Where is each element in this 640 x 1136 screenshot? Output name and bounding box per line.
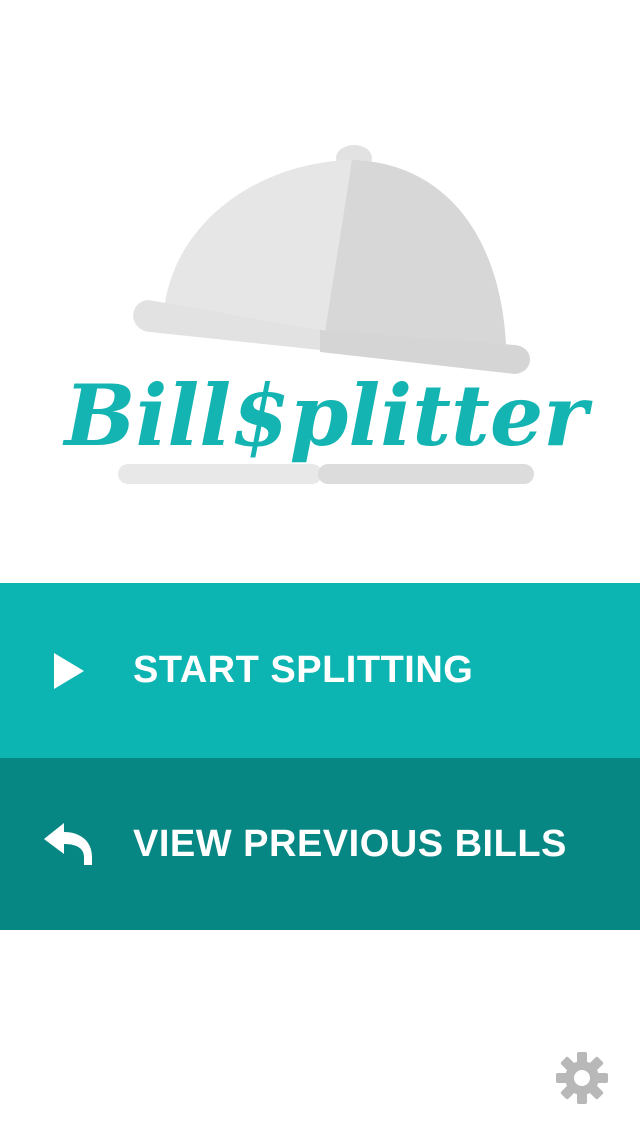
app-logo: Bill$plitter bbox=[0, 0, 640, 560]
view-previous-bills-label: VIEW PREVIOUS BILLS bbox=[133, 822, 567, 865]
start-splitting-label: START SPLITTING bbox=[133, 649, 474, 691]
cloche-illustration: Bill$plitter bbox=[62, 145, 593, 484]
play-icon bbox=[40, 643, 96, 699]
settings-button[interactable] bbox=[554, 1050, 610, 1106]
home-screen: Bill$plitter START SPLITTING VIEW PREVIO… bbox=[0, 0, 640, 1136]
view-previous-bills-button[interactable]: VIEW PREVIOUS BILLS bbox=[0, 758, 640, 930]
logo-wordmark: Bill$plitter bbox=[62, 366, 593, 465]
gear-icon bbox=[556, 1052, 608, 1104]
reply-arrow-icon bbox=[40, 816, 96, 872]
start-splitting-button[interactable]: START SPLITTING bbox=[0, 583, 640, 758]
